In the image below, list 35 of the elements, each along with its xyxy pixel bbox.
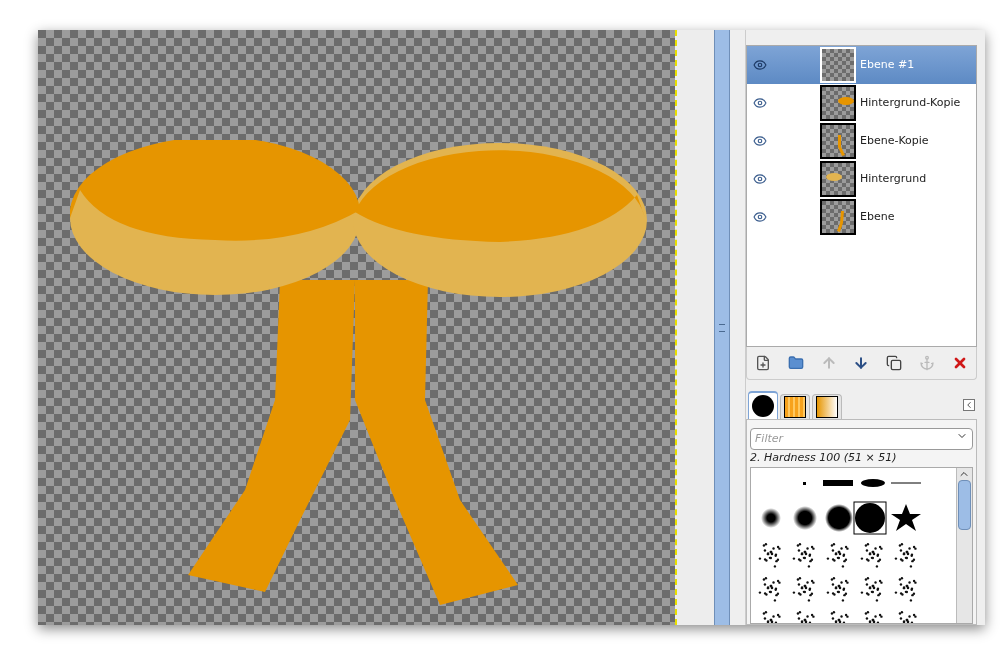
layer-name: Ebene #1 (860, 56, 915, 73)
dock-tab[interactable] (780, 394, 810, 419)
layer-row[interactable]: Ebene-Kopie (747, 122, 976, 160)
layer-thumbnail (820, 85, 856, 121)
brush-preview-icon (752, 395, 774, 417)
gradient-preview-icon (816, 396, 838, 418)
eye-icon[interactable] (753, 210, 767, 224)
duplicate-icon[interactable] (886, 355, 903, 371)
dock-separator[interactable] (714, 30, 731, 625)
dock-tab[interactable] (748, 391, 778, 419)
new-layer-icon[interactable] (755, 355, 772, 371)
eye-icon[interactable] (753, 96, 767, 110)
layer-name: Hintergrund (860, 170, 927, 187)
folder-icon[interactable] (788, 355, 805, 371)
layer-thumbnail (820, 161, 856, 197)
eye-icon[interactable] (753, 58, 767, 72)
dock-tab[interactable] (812, 394, 842, 419)
layer-thumbnail (820, 123, 856, 159)
brush-name: 2. Hardness 100 (51 × 51) (750, 451, 898, 465)
layer-name: Ebene-Kopie (860, 132, 929, 149)
eye-icon[interactable] (753, 172, 767, 186)
layer-name: Ebene (860, 208, 895, 225)
layer-thumbnail (820, 199, 856, 235)
layer-row[interactable]: Ebene (747, 198, 976, 236)
layer-name: Hintergrund-Kopie (860, 94, 961, 111)
layer-row[interactable]: Hintergrund-Kopie (747, 84, 976, 122)
pattern-preview-icon (784, 396, 806, 418)
tab-menu-icon[interactable] (963, 399, 975, 411)
eye-icon[interactable] (753, 134, 767, 148)
layer-row[interactable]: Hintergrund (747, 160, 976, 198)
scrollbar[interactable] (956, 468, 972, 623)
filter-field[interactable]: Filter (750, 427, 973, 450)
image-canvas[interactable] (38, 30, 675, 625)
grip-icon (719, 323, 726, 332)
scrollbar-thumb[interactable] (958, 480, 971, 530)
